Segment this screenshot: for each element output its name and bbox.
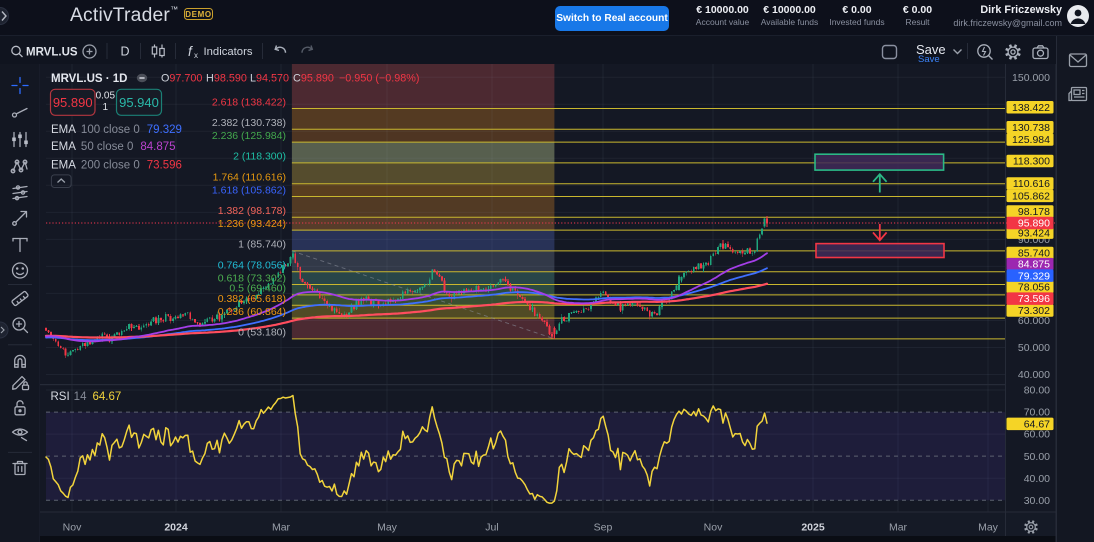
- svg-text:EMA200 close 073.596: EMA200 close 073.596: [51, 160, 182, 172]
- svg-text:Sep: Sep: [594, 522, 613, 534]
- svg-text:Nov: Nov: [63, 522, 82, 534]
- svg-text:RSI1464.67: RSI1464.67: [51, 391, 122, 403]
- svg-text:118.300: 118.300: [1013, 156, 1050, 168]
- svg-text:2025: 2025: [801, 522, 825, 534]
- svg-text:30.00: 30.00: [1024, 495, 1050, 507]
- svg-text:73.302: 73.302: [1018, 305, 1050, 317]
- svg-text:0.764 (78.056): 0.764 (78.056): [218, 260, 286, 272]
- svg-text:x: x: [194, 51, 198, 60]
- svg-text:50.000: 50.000: [1018, 342, 1050, 354]
- svg-text:95.940: 95.940: [119, 95, 159, 110]
- svg-text:50.00: 50.00: [1024, 451, 1050, 463]
- svg-text:0 (53.180): 0 (53.180): [238, 327, 286, 339]
- svg-text:138.422: 138.422: [1012, 102, 1050, 114]
- svg-text:70.00: 70.00: [1024, 407, 1050, 419]
- svg-text:95.890: 95.890: [1018, 218, 1050, 230]
- svg-text:105.862: 105.862: [1012, 190, 1050, 202]
- svg-text:64.67: 64.67: [1024, 418, 1050, 430]
- svg-text:79.329: 79.329: [1018, 270, 1050, 282]
- svg-text:98.178: 98.178: [1018, 206, 1050, 218]
- svg-text:Jul: Jul: [485, 522, 498, 534]
- svg-text:73.596: 73.596: [1018, 293, 1050, 305]
- svg-text:2.236 (125.984): 2.236 (125.984): [212, 130, 286, 142]
- svg-text:1.618 (105.862): 1.618 (105.862): [212, 184, 286, 196]
- svg-text:Mar: Mar: [889, 522, 908, 534]
- svg-text:Mar: Mar: [272, 522, 291, 534]
- svg-text:150.000: 150.000: [1012, 72, 1050, 84]
- svg-text:60.00: 60.00: [1024, 429, 1050, 441]
- svg-text:2.382 (130.738): 2.382 (130.738): [212, 117, 286, 129]
- svg-text:110.616: 110.616: [1013, 178, 1050, 190]
- svg-text:1.382 (98.178): 1.382 (98.178): [218, 205, 286, 217]
- svg-text:Save: Save: [918, 54, 940, 64]
- svg-text:80.00: 80.00: [1024, 385, 1050, 397]
- svg-text:May: May: [978, 522, 999, 534]
- svg-text:2024: 2024: [164, 522, 188, 534]
- svg-text:40.00: 40.00: [1024, 473, 1050, 485]
- svg-text:MRVL.US: MRVL.US: [26, 47, 78, 59]
- svg-text:78.056: 78.056: [1018, 282, 1050, 294]
- svg-text:May: May: [377, 522, 398, 534]
- svg-text:1: 1: [103, 102, 109, 113]
- svg-text:0.236 (60.864): 0.236 (60.864): [218, 306, 286, 318]
- svg-text:2.618 (138.422): 2.618 (138.422): [212, 96, 286, 108]
- svg-text:0.05: 0.05: [96, 90, 116, 101]
- svg-text:84.875: 84.875: [1018, 259, 1050, 271]
- svg-text:95.890: 95.890: [53, 95, 93, 110]
- svg-text:Indicators: Indicators: [204, 46, 253, 58]
- svg-text:Nov: Nov: [704, 522, 723, 534]
- svg-text:0.382 (65.618): 0.382 (65.618): [218, 293, 286, 305]
- svg-text:40.000: 40.000: [1018, 369, 1050, 381]
- svg-text:D: D: [121, 45, 130, 59]
- svg-text:125.984: 125.984: [1012, 134, 1050, 146]
- svg-text:2 (118.300): 2 (118.300): [233, 151, 286, 163]
- svg-text:EMA50 close 084.875: EMA50 close 084.875: [51, 141, 176, 153]
- svg-text:130.738: 130.738: [1012, 122, 1050, 134]
- svg-text:1 (85.740): 1 (85.740): [238, 239, 286, 251]
- svg-text:EMA100 close 079.329: EMA100 close 079.329: [51, 124, 182, 136]
- svg-text:1.764 (110.616): 1.764 (110.616): [213, 172, 286, 184]
- svg-text:1.236 (93.424): 1.236 (93.424): [218, 218, 286, 230]
- svg-text:MRVL.US · 1D: MRVL.US · 1D: [51, 73, 127, 85]
